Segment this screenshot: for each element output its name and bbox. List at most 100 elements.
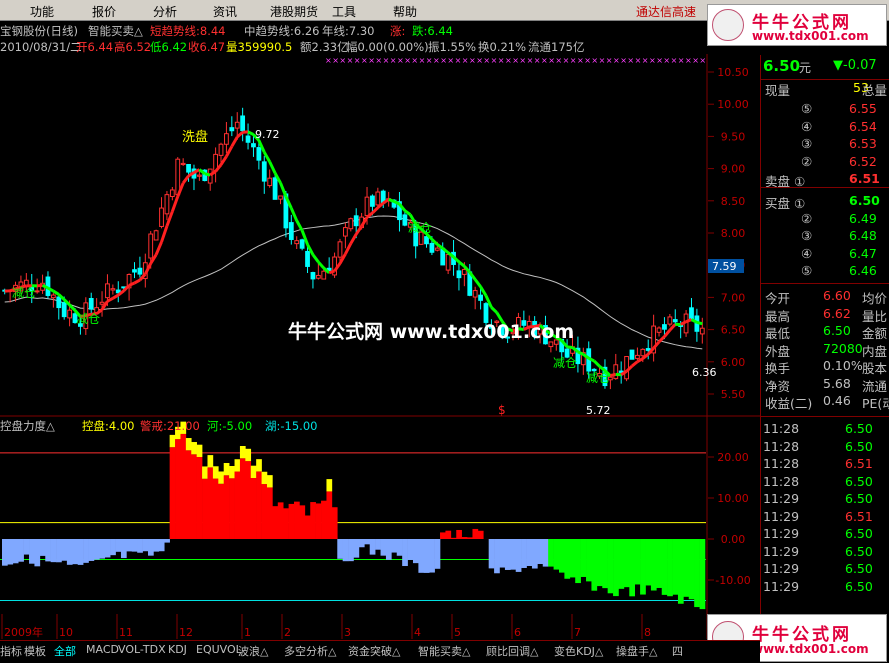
indicator-bar-red <box>191 454 197 539</box>
indicator-bar-red <box>202 479 208 539</box>
xianliang-label: 现量 <box>765 80 790 99</box>
indicator-bar-negative <box>13 539 19 563</box>
indicator-tab-7[interactable]: 波浪△ <box>238 643 268 659</box>
candle-body <box>300 240 304 248</box>
indicator-bar-negative <box>532 539 538 569</box>
tick-row-cell: 6.50 <box>845 491 873 506</box>
annotation-jiancang-5: 减仓 <box>586 371 610 385</box>
indicator-tab-1[interactable]: 模板 <box>24 643 46 659</box>
signal-dot: × <box>699 56 706 65</box>
tick-row-cell: 6.50 <box>845 439 873 454</box>
indicator-bar-negative <box>418 539 424 573</box>
last-price: 6.50 <box>763 57 800 75</box>
indicator-bar-negative <box>24 539 30 555</box>
indicator-bar-red <box>197 457 203 539</box>
trend-segment <box>221 156 226 164</box>
time-label: 1 <box>244 626 251 639</box>
indicator-bar-negative <box>89 539 95 561</box>
candlestick-series <box>3 108 704 389</box>
time-axis: 2009年10111212345678 <box>2 614 651 639</box>
indicator-bar-yellow <box>218 471 224 483</box>
indicator-bar-negative <box>413 539 419 563</box>
time-label: 7 <box>574 626 581 639</box>
indicator-kongpan: 控盘:4.00 <box>82 419 134 433</box>
price-tick-label: 10.50 <box>717 66 749 79</box>
change-label: 幅0.00(0.00%) <box>346 39 429 55</box>
kline-chart[interactable]: 10.5010.009.509.008.508.007.507.006.506.… <box>0 54 760 639</box>
indicator-tab-11[interactable]: 顾比回调△ <box>486 643 538 659</box>
indicator-bar-yellow <box>245 449 251 461</box>
trend-segment <box>172 197 177 212</box>
menu-analysis[interactable]: 分析 <box>153 3 177 20</box>
candle-body <box>106 284 110 298</box>
tick-row-cell: 11:29 <box>763 526 799 541</box>
indicator-tab-14[interactable]: 四 <box>672 643 683 659</box>
indicator-tab-10[interactable]: 智能买卖△ <box>418 643 470 659</box>
menu-tools[interactable]: 工具 <box>332 3 356 20</box>
tick-row: 11:296.50 <box>761 491 889 508</box>
app-title: 通达信高速 <box>636 3 696 20</box>
indicator-bar-red <box>478 531 484 539</box>
volume-row: 现量 53 总量 <box>761 79 889 97</box>
candle-body <box>365 197 369 215</box>
signal-dot: × <box>678 56 685 65</box>
indicator-bar-negative <box>559 539 565 573</box>
indicator-tab-6[interactable]: EQUVOL <box>196 643 242 656</box>
signal-dot: × <box>354 56 361 65</box>
stat-row-cell: 外盘 <box>765 341 790 360</box>
indicator-bar-negative <box>656 539 662 588</box>
candle-body <box>289 223 293 240</box>
indicator-bar-negative <box>591 539 597 591</box>
ind-tick-label: 0.00 <box>721 533 746 546</box>
signal-dot: × <box>541 56 548 65</box>
trend-segment <box>124 285 129 291</box>
indicator-tab-0[interactable]: 指标 <box>0 643 22 659</box>
menu-function[interactable]: 功能 <box>30 3 54 20</box>
tick-row: 11:296.50 <box>761 544 889 561</box>
menu-quote[interactable]: 报价 <box>92 3 116 20</box>
candle-body <box>187 165 191 173</box>
signal-dot: × <box>692 56 699 65</box>
candle-body <box>306 251 310 266</box>
signal-dot: × <box>361 56 368 65</box>
time-label: 6 <box>514 626 521 639</box>
indicator-tab-2[interactable]: 全部 <box>54 643 76 659</box>
indicator-bar-red <box>240 458 246 539</box>
indicator-tab-13[interactable]: 操盘手△ <box>616 643 657 659</box>
indicator-tab-3[interactable]: MACD <box>86 643 119 656</box>
signal-dot: × <box>563 56 570 65</box>
candle-body <box>403 215 407 225</box>
menu-news[interactable]: 资讯 <box>213 3 237 20</box>
candle-body <box>641 349 645 355</box>
candle-body <box>311 273 315 279</box>
indicator-bar-yellow <box>326 479 332 491</box>
indicator-tab-5[interactable]: KDJ <box>168 643 187 656</box>
indicator-name: 控盘力度△ <box>0 419 55 433</box>
candle-body <box>181 163 185 164</box>
stat-row: 最高6.62量比 <box>761 306 889 323</box>
signal-dot: × <box>555 56 562 65</box>
tick-row-cell: 11:29 <box>763 509 799 524</box>
sell-level-5-cell: 6.55 <box>849 101 877 116</box>
indicator-bar-negative <box>83 539 89 563</box>
indicator-tab-8[interactable]: 多空分析△ <box>284 643 336 659</box>
signal-dot: × <box>383 56 390 65</box>
indicator-tab-4[interactable]: VOL-TDX <box>118 643 166 656</box>
stat-row-cell: 0.46 <box>823 393 851 408</box>
indicator-hu: 湖:-15.00 <box>265 419 317 433</box>
candle-body <box>316 275 320 278</box>
tick-row-cell: 11:29 <box>763 561 799 576</box>
signal-dot: × <box>606 56 613 65</box>
indicator-bar-negative <box>678 539 684 604</box>
indicator-tab-9[interactable]: 资金突破△ <box>348 643 400 659</box>
indicator-tab-12[interactable]: 变色KDJ△ <box>554 643 603 659</box>
candle-body <box>219 144 223 155</box>
menu-hk-futures[interactable]: 港股期货 <box>270 3 318 20</box>
indicator-bar-red <box>316 503 322 539</box>
menu-help[interactable]: 帮助 <box>393 3 417 20</box>
sell-level-1-cell: 6.51 <box>849 171 880 186</box>
time-label: 4 <box>414 626 421 639</box>
indicator-bar-negative <box>94 539 100 560</box>
signal-dot: × <box>455 56 462 65</box>
indicator-bar-red <box>283 508 289 539</box>
